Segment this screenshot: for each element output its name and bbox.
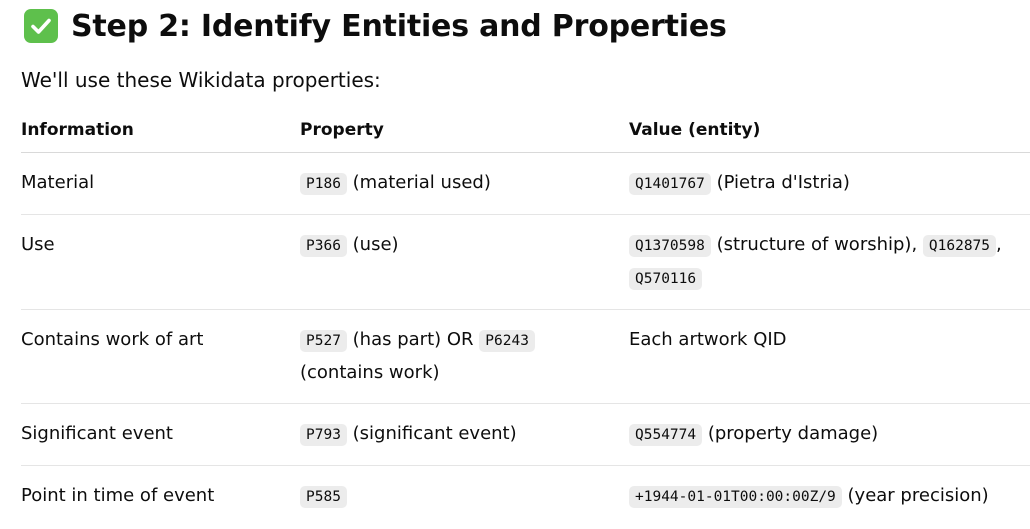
information-cell: Point in time of event xyxy=(21,485,215,506)
check-mark-button-icon xyxy=(24,9,58,43)
property-code: P6243 xyxy=(479,330,535,352)
value-description: (structure of worship), xyxy=(716,234,918,255)
value-description: (year precision) xyxy=(847,485,989,506)
table-row: Material P186 (material used) Q1401767 (… xyxy=(21,153,1030,215)
value-cell: +1944-01-01T00:00:00Z/9 (year precision) xyxy=(629,466,1030,527)
property-description: (material used) xyxy=(352,172,491,193)
property-cell: P186 (material used) xyxy=(300,153,629,214)
value-code: Q554774 xyxy=(629,424,703,446)
property-cell: P793 (significant event) xyxy=(300,404,629,465)
property-description: (has part) OR xyxy=(352,329,474,350)
table-header-row: Information Property Value (entity) xyxy=(21,108,1030,153)
information-cell: Significant event xyxy=(21,423,173,444)
column-header-property: Property xyxy=(300,120,384,140)
table-row: Use P366 (use) Q1370598 (structure of wo… xyxy=(21,215,1030,310)
information-cell: Use xyxy=(21,234,55,255)
value-cell: Q554774 (property damage) xyxy=(629,404,1030,465)
property-description: (use) xyxy=(352,234,399,255)
value-description: (property damage) xyxy=(707,423,879,444)
value-separator: , xyxy=(996,234,1002,255)
property-code: P793 xyxy=(300,424,347,446)
property-code: P366 xyxy=(300,235,347,257)
property-code: P585 xyxy=(300,486,347,508)
property-description: (significant event) xyxy=(352,423,517,444)
heading-text: Step 2: Identify Entities and Properties xyxy=(71,8,727,44)
section-heading: Step 2: Identify Entities and Properties xyxy=(24,4,727,48)
value-code: Q570116 xyxy=(629,268,703,290)
property-cell: P527 (has part) OR P6243 (contains work) xyxy=(300,310,629,403)
property-cell: P585 xyxy=(300,466,629,527)
value-cell: Q1401767 (Pietra d'Istria) xyxy=(629,153,1030,214)
table-row: Point in time of event P585 +1944-01-01T… xyxy=(21,466,1030,527)
property-cell: P366 (use) xyxy=(300,215,629,309)
value-cell: Q1370598 (structure of worship), Q162875… xyxy=(629,215,1030,309)
table-row: Contains work of art P527 (has part) OR … xyxy=(21,310,1030,404)
value-code: Q1370598 xyxy=(629,235,711,257)
property-description: (contains work) xyxy=(300,362,440,383)
value-code: Q162875 xyxy=(922,235,997,257)
value-code: Q1401767 xyxy=(629,173,711,195)
information-cell: Contains work of art xyxy=(21,329,204,350)
table-row: Significant event P793 (significant even… xyxy=(21,404,1030,466)
property-code: P186 xyxy=(300,173,347,195)
column-header-value: Value (entity) xyxy=(629,120,761,140)
property-code: P527 xyxy=(300,330,347,352)
value-description: (Pietra d'Istria) xyxy=(716,172,850,193)
value-code: +1944-01-01T00:00:00Z/9 xyxy=(629,486,842,508)
value-cell: Each artwork QID xyxy=(629,329,787,350)
column-header-information: Information xyxy=(21,120,134,140)
properties-table: Information Property Value (entity) Mate… xyxy=(21,108,1030,527)
intro-paragraph: We'll use these Wikidata properties: xyxy=(21,68,381,92)
information-cell: Material xyxy=(21,172,95,193)
